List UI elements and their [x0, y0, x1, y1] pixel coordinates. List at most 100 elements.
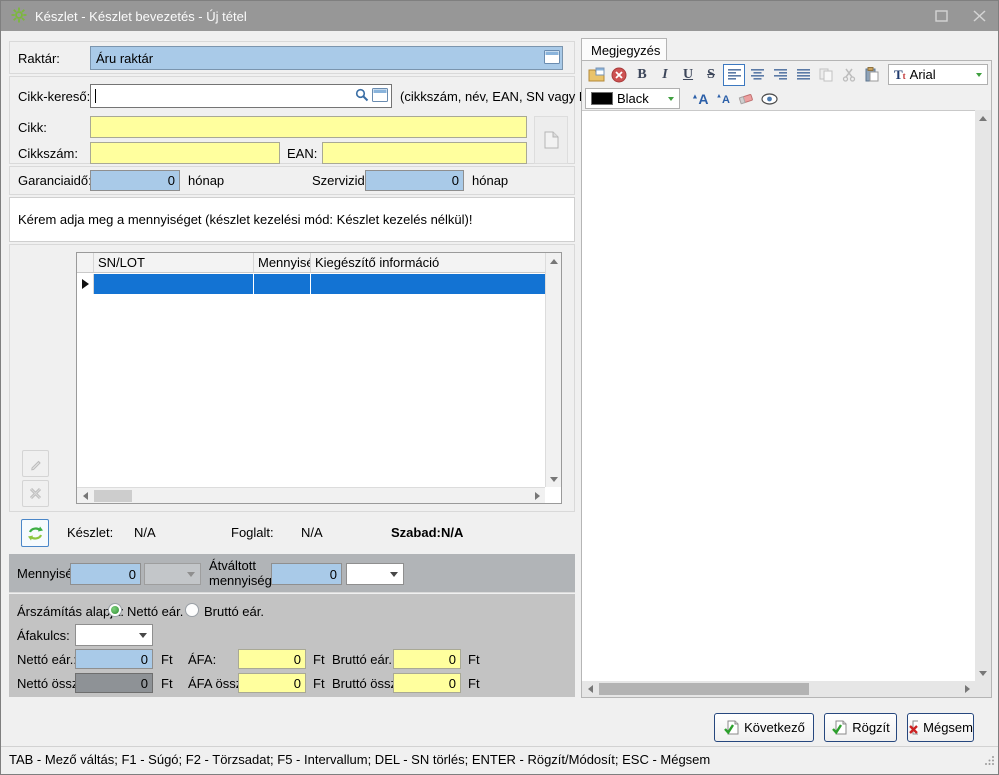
- snlot-table[interactable]: SN/LOT Mennyiség Kiegészítő információ: [76, 252, 562, 504]
- font-family-select[interactable]: Tt Arial: [888, 64, 988, 85]
- check-document-icon: [832, 720, 847, 734]
- snlot-section: SN/LOT Mennyiség Kiegészítő információ: [9, 244, 575, 512]
- ean-field[interactable]: [322, 142, 527, 164]
- column-header-snlot[interactable]: SN/LOT: [94, 253, 254, 272]
- gross-unit-price-field[interactable]: 0: [393, 649, 461, 669]
- item-number-field[interactable]: [90, 142, 280, 164]
- gross-price-radio[interactable]: [185, 603, 199, 617]
- table-row[interactable]: [77, 274, 545, 294]
- underline-button[interactable]: U: [677, 64, 699, 86]
- chevron-down-icon: [976, 72, 982, 77]
- currency-label: Ft: [161, 652, 173, 667]
- column-header-mennyiseg[interactable]: Mennyiség: [254, 253, 311, 272]
- row-indicator: [77, 274, 94, 294]
- table-header[interactable]: SN/LOT Mennyiség Kiegészítő információ: [77, 253, 545, 273]
- align-justify-button[interactable]: [792, 64, 814, 86]
- scroll-up-icon[interactable]: [546, 253, 562, 269]
- warehouse-picker-icon[interactable]: [544, 49, 560, 67]
- eraser-button[interactable]: [735, 88, 757, 110]
- preview-button[interactable]: [758, 88, 780, 110]
- currency-label: Ft: [313, 676, 325, 691]
- align-center-icon: [750, 69, 764, 80]
- decrease-font-button[interactable]: ▲A: [712, 88, 734, 110]
- scroll-right-icon[interactable]: [529, 488, 545, 504]
- vat-key-select[interactable]: [75, 624, 153, 646]
- cell-kiegeszito[interactable]: [311, 274, 545, 294]
- converted-quantity-value: 0: [329, 566, 337, 582]
- italic-button[interactable]: I: [654, 64, 676, 86]
- gross-unit-price-value: 0: [448, 651, 456, 667]
- net-price-radio[interactable]: [108, 603, 122, 617]
- item-search-input[interactable]: [90, 84, 392, 108]
- paste-button[interactable]: [861, 64, 883, 86]
- status-text: TAB - Mező váltás; F1 - Súgó; F2 - Törzs…: [9, 752, 711, 767]
- clear-note-button[interactable]: [608, 64, 630, 86]
- vat-field[interactable]: 0: [238, 649, 306, 669]
- scroll-left-icon[interactable]: [582, 681, 598, 697]
- service-field[interactable]: 0: [365, 170, 464, 191]
- scroll-right-icon[interactable]: [959, 681, 975, 697]
- title-bar[interactable]: Készlet - Készlet bevezetés - Új tétel: [1, 1, 998, 31]
- table-horizontal-scrollbar[interactable]: [77, 487, 545, 503]
- text-caret: [95, 89, 96, 103]
- chevron-down-icon: [390, 571, 398, 577]
- cell-mennyiseg[interactable]: [254, 274, 311, 294]
- gross-price-radio-label[interactable]: Bruttó eár.: [204, 604, 264, 619]
- quantity-pricing-section: Mennyiség: 0 Átváltott mennyiség: 0 Ársz…: [9, 554, 575, 697]
- close-button[interactable]: [970, 8, 988, 24]
- scroll-down-icon[interactable]: [975, 665, 991, 681]
- vat-total-value: 0: [293, 675, 301, 691]
- scroll-thumb[interactable]: [94, 490, 132, 502]
- converted-quantity-field[interactable]: 0: [271, 563, 342, 585]
- scroll-down-icon[interactable]: [546, 471, 562, 487]
- quantity-field[interactable]: 0: [70, 563, 141, 585]
- row-indicator-icon: [81, 279, 89, 289]
- insert-object-button[interactable]: [585, 64, 607, 86]
- strikethrough-button[interactable]: S: [700, 64, 722, 86]
- warranty-group: Garanciaidő: 0 hónap Szervizidő: 0 hónap: [9, 166, 575, 195]
- item-search-hint: (cikkszám, név, EAN, SN vagy LOT): [400, 89, 609, 104]
- warranty-field[interactable]: 0: [90, 170, 180, 191]
- converted-unit-select[interactable]: [346, 563, 404, 585]
- cancel-document-icon: [909, 720, 919, 734]
- cell-snlot[interactable]: [94, 274, 254, 294]
- stock-label: Készlet:: [67, 525, 114, 540]
- item-picker-icon[interactable]: [372, 87, 388, 105]
- editor-horizontal-scrollbar[interactable]: [582, 681, 975, 697]
- warehouse-select[interactable]: Áru raktár: [90, 46, 563, 70]
- scroll-up-icon[interactable]: [975, 110, 991, 126]
- scroll-left-icon[interactable]: [77, 488, 93, 504]
- tab-megjegyzes[interactable]: Megjegyzés: [581, 38, 667, 61]
- maximize-icon: [934, 10, 948, 22]
- increase-font-button[interactable]: ▲A: [689, 88, 711, 110]
- font-color-select[interactable]: Black: [585, 88, 680, 109]
- window-title: Készlet - Készlet bevezetés - Új tétel: [35, 8, 247, 24]
- align-center-button[interactable]: [746, 64, 768, 86]
- refresh-stock-button[interactable]: [21, 519, 49, 547]
- maximize-button[interactable]: [932, 8, 950, 24]
- align-left-icon: [727, 69, 741, 80]
- gross-total-field[interactable]: 0: [393, 673, 461, 693]
- note-text-area[interactable]: [582, 110, 975, 681]
- next-button[interactable]: Következő: [714, 713, 814, 742]
- vat-total-field[interactable]: 0: [238, 673, 306, 693]
- column-header-kiegeszito[interactable]: Kiegészítő információ: [311, 253, 545, 272]
- item-group: Cikk-kereső: (cikkszám, név, EAN, SN vag…: [9, 76, 609, 164]
- net-unit-price-field[interactable]: 0: [75, 649, 153, 669]
- item-name-field[interactable]: [90, 116, 527, 138]
- align-left-button[interactable]: [723, 63, 745, 86]
- table-vertical-scrollbar[interactable]: [545, 253, 561, 487]
- cancel-button[interactable]: Mégsem: [907, 713, 974, 742]
- vat-value: 0: [293, 651, 301, 667]
- scissors-icon: [842, 68, 856, 82]
- resize-grip[interactable]: [984, 754, 995, 769]
- align-right-button[interactable]: [769, 64, 791, 86]
- save-button[interactable]: Rögzít: [824, 713, 897, 742]
- scroll-thumb[interactable]: [599, 683, 809, 695]
- editor-vertical-scrollbar[interactable]: [975, 110, 991, 681]
- search-icon[interactable]: [355, 88, 369, 105]
- increase-font-icon: ▲A: [691, 90, 709, 107]
- bold-button[interactable]: B: [631, 64, 653, 86]
- net-price-radio-label[interactable]: Nettó eár.: [127, 604, 183, 619]
- font-icon: Tt: [894, 67, 906, 82]
